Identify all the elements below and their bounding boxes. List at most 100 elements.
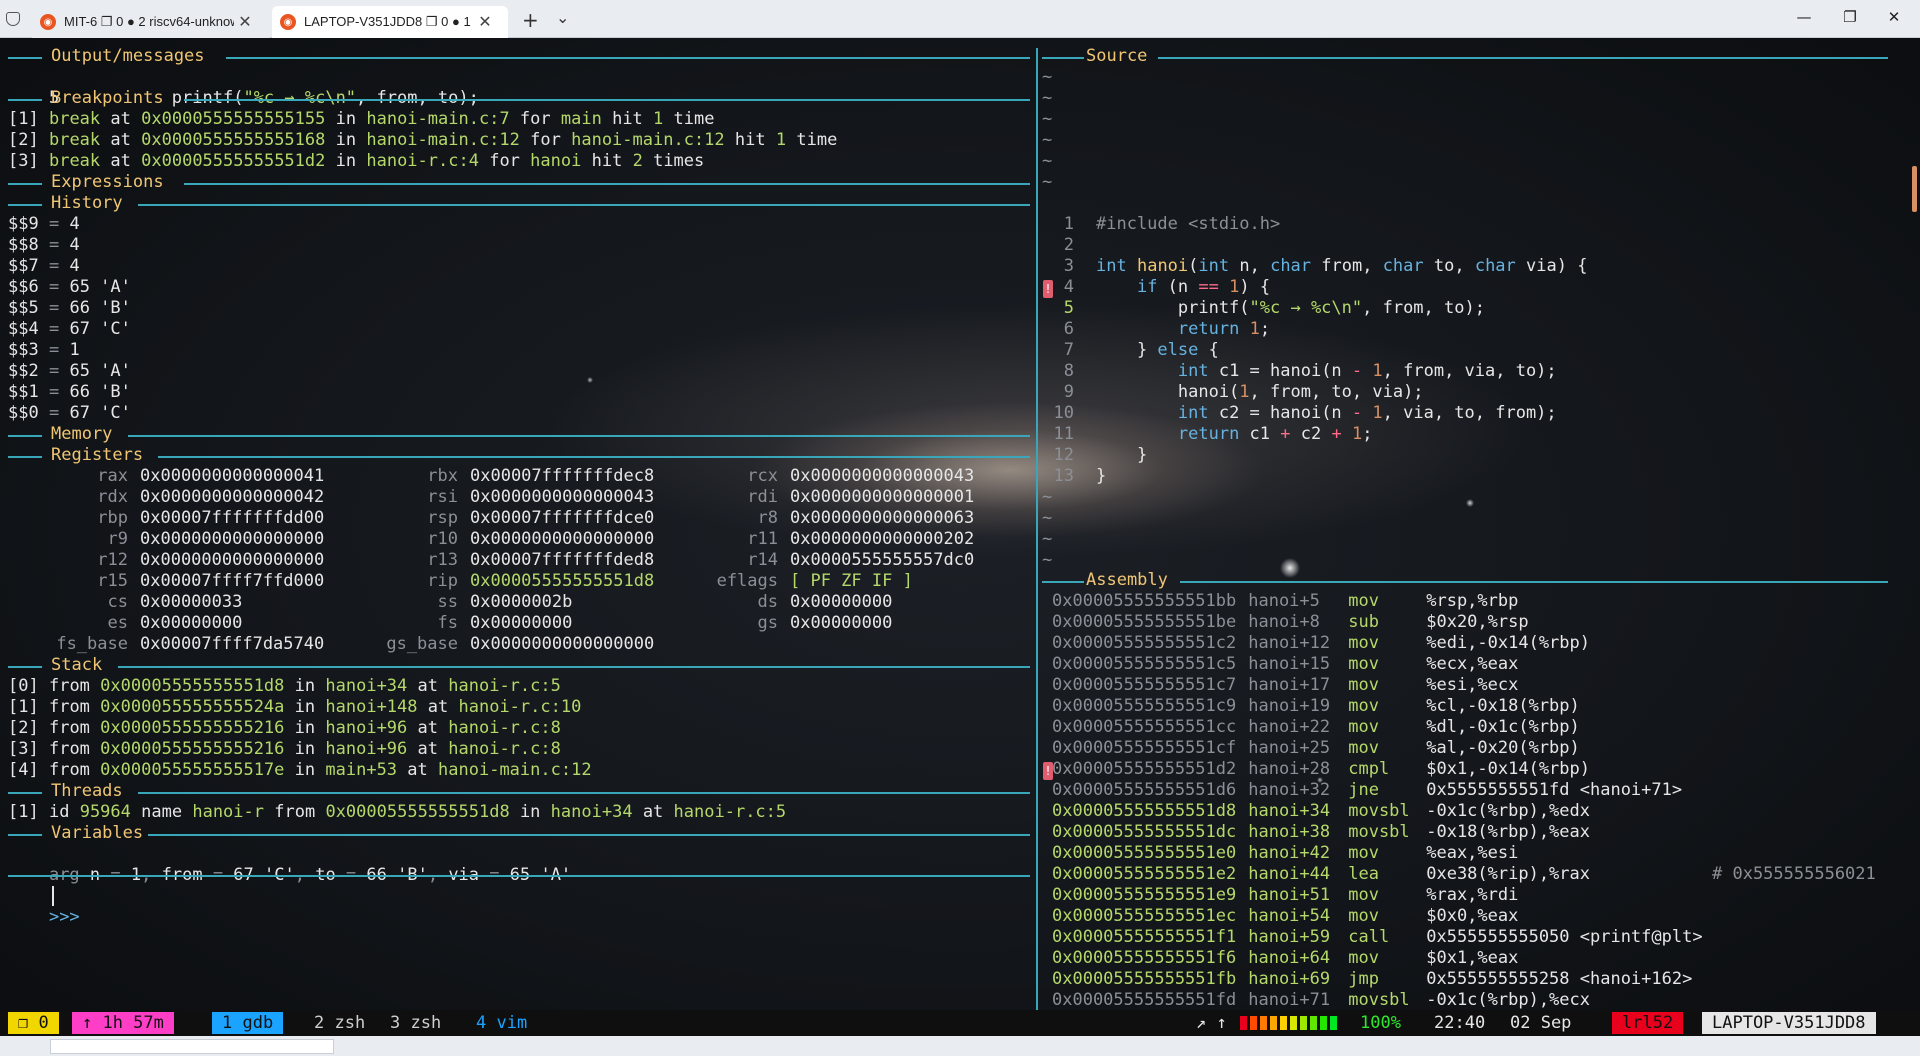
tab-label: LAPTOP-V351JDD8 ❐ 0 ● 1 gd xyxy=(304,14,474,29)
close-window-button[interactable]: ✕ xyxy=(1874,8,1914,30)
asm-row[interactable]: 0x00005555555551be hanoi+8 sub $0x20,%rsp xyxy=(1052,612,1529,633)
register-name: fs_base xyxy=(56,634,128,654)
restore-button[interactable]: ❐ xyxy=(1830,8,1870,30)
stack-frame[interactable]: [0] from 0x00005555555551d8 in hanoi+34 … xyxy=(8,676,561,697)
tmux-window-2[interactable]: 2 zsh xyxy=(304,1012,375,1034)
asm-row[interactable]: 0x00005555555551ec hanoi+54 mov $0x0,%eax xyxy=(1052,906,1518,927)
taskbar-search-box[interactable] xyxy=(50,1039,334,1054)
breakpoint-row[interactable]: [3] break at 0x00005555555551d2 in hanoi… xyxy=(8,151,704,172)
asm-offset: hanoi+22 xyxy=(1248,717,1331,737)
asm-offset: hanoi+54 xyxy=(1248,906,1331,926)
close-icon[interactable]: ✕ xyxy=(474,12,496,32)
register-value: 0x0000000000000063 xyxy=(790,508,975,528)
tab-mit6[interactable]: ◉ MIT-6 ❐ 0 ● 2 riscv64-unknowr ✕ xyxy=(32,6,270,38)
shield-icon[interactable] xyxy=(6,12,20,26)
thread-name: hanoi-r xyxy=(192,802,264,822)
asm-row[interactable]: 0x00005555555551fb hanoi+69 jmp 0x555555555… xyxy=(1052,969,1692,990)
history-value: 4 xyxy=(69,256,80,276)
breakpoint-row[interactable]: [2] break at 0x0000555555555168 in hanoi… xyxy=(8,130,837,151)
register-name: gs xyxy=(757,613,778,633)
register-name: gs_base xyxy=(386,634,458,654)
gdb-prompt[interactable]: >>> xyxy=(8,886,80,927)
asm-row[interactable]: 0x00005555555551c9 hanoi+19 mov %cl,-0x18(%… xyxy=(1052,696,1580,717)
thread-row[interactable]: [1] id 95964 name hanoi-r from 0x0000555… xyxy=(8,802,786,823)
asm-args: %rax,%rdi xyxy=(1426,885,1519,905)
frame-id: [4] xyxy=(8,760,39,780)
asm-row[interactable]: 0x00005555555551fd hanoi+71 movsbl -0x1c(%r… xyxy=(1052,990,1590,1011)
history-eq: = xyxy=(48,235,60,255)
asm-opcode: mov xyxy=(1348,717,1379,737)
tab-menu-button[interactable]: ⌄ xyxy=(556,8,569,27)
asm-offset: hanoi+17 xyxy=(1248,675,1331,695)
asm-opcode: sub xyxy=(1348,612,1379,632)
register-name: rip xyxy=(427,571,458,591)
expressions-title: Expressions xyxy=(51,172,164,192)
thread-index: [1] xyxy=(8,802,39,822)
thread-from: from xyxy=(274,802,316,822)
asm-opcode: jmp xyxy=(1348,969,1379,989)
asm-row[interactable]: 0x00005555555551d6 hanoi+32 jne 0x555555555… xyxy=(1052,780,1682,801)
asm-args: %esi,%ecx xyxy=(1426,675,1519,695)
frame-location: hanoi-r.c:8 xyxy=(448,739,561,759)
asm-row[interactable]: 0x00005555555551f6 hanoi+64 mov $0x1,%eax xyxy=(1052,948,1518,969)
asm-opcode: movsbl xyxy=(1348,990,1410,1010)
register-name: cs xyxy=(107,592,128,612)
asm-address: 0x00005555555551cf xyxy=(1052,738,1237,758)
source-tilde: ~ xyxy=(1042,88,1053,108)
register-name: fs xyxy=(437,613,458,633)
asm-offset: hanoi+32 xyxy=(1248,780,1331,800)
stack-frame[interactable]: [2] from 0x0000555555555216 in hanoi+96 … xyxy=(8,718,561,739)
stack-frame[interactable]: [4] from 0x000055555555517e in main+53 a… xyxy=(8,760,592,781)
output-line: 5 printf("%c → %c\n", from, to); xyxy=(8,67,479,108)
asm-row[interactable]: 0x00005555555551d2 hanoi+28 cmpl $0x1,-0x14… xyxy=(1052,759,1590,780)
frame-at: at xyxy=(417,676,439,696)
tmux-session[interactable]: ❐ 0 xyxy=(8,1012,59,1034)
asm-args: $0x0,%eax xyxy=(1426,906,1519,926)
register-value: 0x00000000 xyxy=(470,613,573,633)
asm-args: $0x1,%eax xyxy=(1426,948,1519,968)
asm-address: 0x00005555555551d6 xyxy=(1052,780,1237,800)
stack-frame[interactable]: [3] from 0x0000555555555216 in hanoi+96 … xyxy=(8,739,561,760)
scrollbar-thumb[interactable] xyxy=(1912,166,1917,212)
tab-laptop[interactable]: ◉ LAPTOP-V351JDD8 ❐ 0 ● 1 gd ✕ xyxy=(272,6,508,38)
asm-row[interactable]: 0x00005555555551dc hanoi+38 movsbl -0x18(%r… xyxy=(1052,822,1590,843)
asm-row[interactable]: 0x00005555555551bb hanoi+5 mov %rsp,%rbp xyxy=(1052,591,1518,612)
thread-id-label: id xyxy=(48,802,70,822)
thread-location: hanoi-r.c:5 xyxy=(673,802,787,822)
close-icon[interactable]: ✕ xyxy=(234,12,256,32)
asm-row[interactable]: 0x00005555555551e2 hanoi+44 lea 0xe38(%rip)… xyxy=(1052,864,1876,885)
bp-count: 1 xyxy=(775,130,787,150)
taskbar-strip xyxy=(0,1036,1920,1056)
asm-row[interactable]: 0x00005555555551d8 hanoi+34 movsbl -0x1c(%r… xyxy=(1052,801,1590,822)
source-line-number: 1 xyxy=(1063,214,1074,234)
asm-opcode: mov xyxy=(1348,906,1379,926)
register-value: 0x00007fffffffdce0 xyxy=(470,508,655,528)
asm-row[interactable]: 0x00005555555551c5 hanoi+15 mov %ecx,%eax xyxy=(1052,654,1518,675)
history-eq: = xyxy=(48,277,60,297)
asm-row[interactable]: 0x00005555555551f1 hanoi+59 call 0x55555555… xyxy=(1052,927,1703,948)
source-line-number: 6 xyxy=(1063,319,1074,339)
minimize-button[interactable]: — xyxy=(1784,8,1824,30)
tmux-window-4[interactable]: 4 vim xyxy=(466,1012,537,1034)
breakpoint-marker[interactable]: ! xyxy=(1043,762,1053,780)
stack-frame[interactable]: [1] from 0x000055555555524a in hanoi+148… xyxy=(8,697,581,718)
tmux-window-3[interactable]: 3 zsh xyxy=(380,1012,451,1034)
asm-row[interactable]: 0x00005555555551cc hanoi+22 mov %dl,-0x1c(%… xyxy=(1052,717,1580,738)
memory-title: Memory xyxy=(51,424,113,444)
register-name: rbx xyxy=(427,466,458,486)
asm-row[interactable]: 0x00005555555551c2 hanoi+12 mov %edi,-0x14(… xyxy=(1052,633,1590,654)
asm-offset: hanoi+8 xyxy=(1248,612,1320,632)
asm-opcode: mov xyxy=(1348,591,1379,611)
history-var: $$9 xyxy=(8,214,39,234)
asm-row[interactable]: 0x00005555555551cf hanoi+25 mov %al,-0x20(%… xyxy=(1052,738,1580,759)
asm-row[interactable]: 0x00005555555551e9 hanoi+51 mov %rax,%rdi xyxy=(1052,885,1518,906)
asm-address: 0x00005555555551fb xyxy=(1052,969,1237,989)
asm-row[interactable]: 0x00005555555551e0 hanoi+42 mov %eax,%esi xyxy=(1052,843,1518,864)
breakpoint-row[interactable]: [1] break at 0x0000555555555155 in hanoi… xyxy=(8,109,715,130)
bp-for: for xyxy=(530,130,561,150)
new-tab-button[interactable]: + xyxy=(522,8,539,32)
tmux-window-1[interactable]: 1 gdb xyxy=(212,1012,284,1034)
breakpoint-marker[interactable]: ! xyxy=(1043,280,1053,298)
asm-row[interactable]: 0x00005555555551c7 hanoi+17 mov %esi,%ecx xyxy=(1052,675,1518,696)
register-name: r13 xyxy=(427,550,458,570)
